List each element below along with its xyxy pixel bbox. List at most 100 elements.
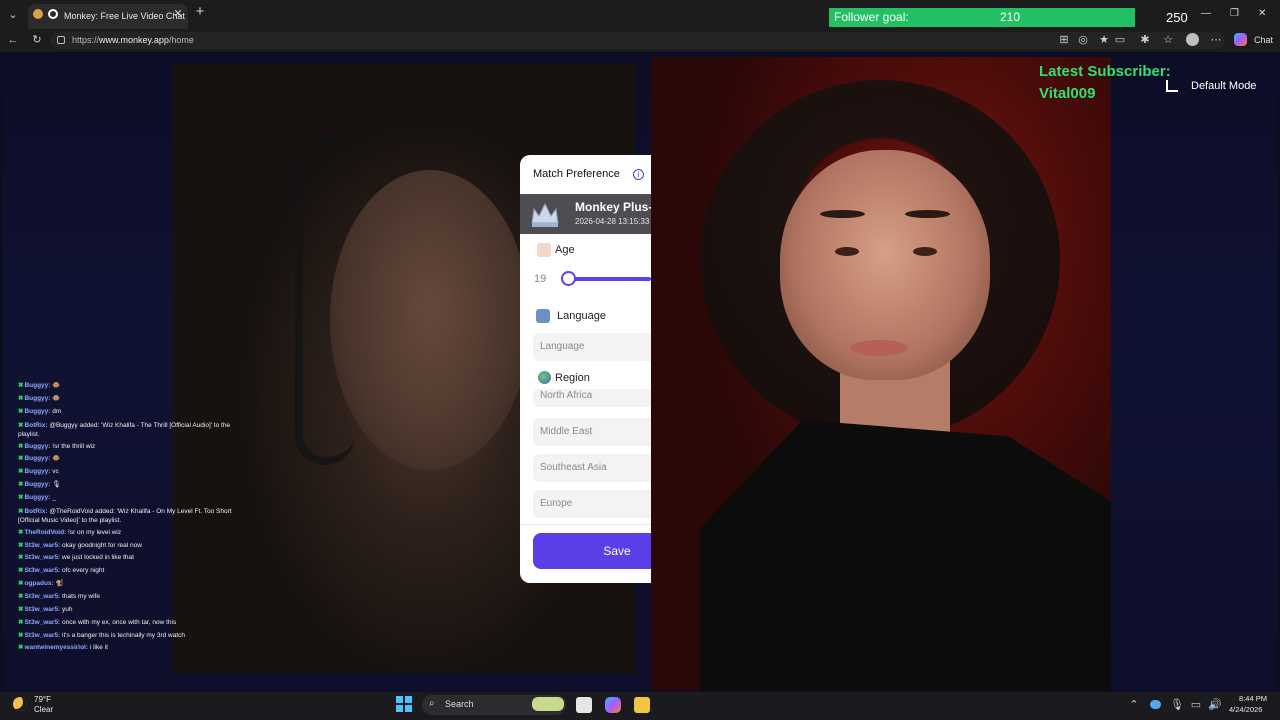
- chat-username[interactable]: St3w_war5:: [24, 606, 60, 613]
- weather-moon-icon[interactable]: [13, 697, 27, 711]
- moderator-badge-icon: ✖: [18, 455, 24, 463]
- chat-message: ✖wantwinemyessiriol: i like it: [18, 642, 233, 655]
- chat-username[interactable]: BotRix:: [24, 508, 47, 515]
- start-button[interactable]: [396, 696, 412, 712]
- tab-close-icon[interactable]: ✕: [172, 7, 184, 21]
- back-arrow-icon[interactable]: ←: [6, 33, 20, 47]
- chat-text: vc: [52, 468, 59, 476]
- chat-username[interactable]: Buggyy:: [24, 443, 50, 450]
- moderator-badge-icon: ✖: [18, 407, 24, 415]
- exit-fullscreen-icon[interactable]: [1166, 80, 1178, 92]
- chat-message: ✖BotRix: @Buggyy added: 'Wiz Khalifa - T…: [18, 419, 233, 441]
- url-field[interactable]: [50, 32, 1225, 49]
- chat-message: ✖St3w_war5: okay goodnight for real now: [18, 540, 233, 553]
- apps-icon[interactable]: ⊞: [1058, 33, 1070, 47]
- taskbar-time[interactable]: 8:44 PM: [1238, 694, 1268, 703]
- moderator-badge-icon: ✖: [18, 605, 24, 613]
- moderator-badge-icon: ✖: [18, 631, 24, 639]
- chat-username[interactable]: Buggyy:: [24, 455, 50, 462]
- follower-goal-target: 250: [1166, 10, 1188, 25]
- chat-username[interactable]: Buggyy:: [24, 408, 50, 415]
- search-highlight-icon[interactable]: [532, 697, 564, 711]
- onedrive-cloud-icon[interactable]: [1150, 700, 1161, 709]
- weather-condition[interactable]: Clear: [34, 705, 53, 714]
- copilot-chat-label[interactable]: Chat: [1254, 35, 1273, 45]
- chat-message: ✖St3w_war5: it's a banger this is techin…: [18, 630, 233, 643]
- chat-username[interactable]: St3w_war5:: [24, 567, 60, 574]
- start-icon-pane: [396, 705, 403, 712]
- chat-text: !sr on my level wiz: [68, 528, 122, 536]
- chat-text: 🐵: [52, 394, 61, 402]
- favorites-icon[interactable]: ☆: [1162, 33, 1174, 47]
- monkey-plus-expiry: 2026-04-28 13:15:33: [575, 217, 650, 226]
- region-option[interactable]: Southeast Asia: [533, 454, 651, 482]
- chat-username[interactable]: TheRoidVoid:: [24, 529, 66, 536]
- region-option[interactable]: Middle East: [533, 418, 651, 446]
- chat-message: ✖Buggyy: vc: [18, 466, 233, 479]
- age-value: 19: [534, 273, 547, 285]
- streamer-face: [330, 170, 530, 470]
- minimize-window-icon[interactable]: —: [1201, 8, 1211, 19]
- restore-window-icon[interactable]: ❐: [1230, 8, 1239, 19]
- url-prefix: https://: [72, 35, 100, 45]
- moderator-badge-icon: ✖: [18, 580, 24, 588]
- new-tab-button[interactable]: +: [193, 4, 207, 19]
- task-view-icon[interactable]: [576, 697, 592, 713]
- extensions-icon[interactable]: ✱: [1139, 33, 1151, 47]
- info-icon[interactable]: i: [633, 169, 644, 180]
- split-screen-icon[interactable]: ▭: [1114, 33, 1126, 47]
- file-explorer-icon[interactable]: [634, 697, 650, 713]
- taskbar-date[interactable]: 4/24/2026: [1229, 705, 1262, 714]
- tab-favicon-icon: [33, 9, 43, 19]
- partner-left-eye: [835, 247, 859, 256]
- more-menu-icon[interactable]: ⋯: [1210, 33, 1222, 47]
- url-path: /home: [168, 35, 194, 45]
- headphones-shape: [295, 135, 355, 465]
- tab-list-chevron-icon[interactable]: ⌄: [6, 8, 20, 22]
- chat-username[interactable]: St3w_war5:: [24, 619, 60, 626]
- chat-username[interactable]: Buggyy:: [24, 481, 50, 488]
- chat-username[interactable]: St3w_war5:: [24, 542, 60, 549]
- tab-title: Monkey: Free Live Video Chat: [64, 11, 185, 21]
- latest-subscriber-name: Vital009: [1039, 85, 1096, 102]
- chat-message: ✖St3w_war5: yuh: [18, 604, 233, 617]
- chat-username[interactable]: St3w_war5:: [24, 593, 60, 600]
- url-text: https://www.monkey.app/home: [72, 35, 194, 45]
- url-host: www.monkey.app: [99, 35, 169, 45]
- reload-icon[interactable]: ↻: [30, 33, 44, 47]
- volume-icon[interactable]: 🔊: [1208, 698, 1222, 712]
- default-mode-button[interactable]: Default Mode: [1191, 80, 1256, 92]
- chat-message: ✖St3w_war5: thats my wife: [18, 591, 233, 604]
- chat-username[interactable]: wantwinemyessiriol:: [24, 644, 88, 651]
- site-info-icon[interactable]: [57, 36, 65, 44]
- moderator-badge-icon: ✖: [18, 541, 24, 549]
- age-slider-track[interactable]: [567, 277, 651, 281]
- microphone-icon[interactable]: 🎙: [1170, 698, 1184, 712]
- match-preference-title: Match Preference: [533, 168, 620, 180]
- region-option[interactable]: Europe: [533, 490, 651, 518]
- show-hidden-icons-chevron-icon[interactable]: ⌃: [1128, 698, 1140, 712]
- chat-username[interactable]: Buggyy:: [24, 382, 50, 389]
- moderator-badge-icon: ✖: [18, 468, 24, 476]
- chat-username[interactable]: BotRix:: [24, 422, 47, 429]
- copilot-icon[interactable]: [1234, 33, 1247, 46]
- save-button[interactable]: Save: [533, 533, 651, 569]
- panel-divider: [520, 524, 651, 525]
- display-icon[interactable]: ▭: [1190, 698, 1202, 712]
- close-window-icon[interactable]: ✕: [1258, 8, 1266, 19]
- chat-username[interactable]: St3w_war5:: [24, 554, 60, 561]
- region-option[interactable]: North Africa: [533, 389, 651, 407]
- chat-username[interactable]: Buggyy:: [24, 468, 50, 475]
- profile-avatar[interactable]: [1186, 33, 1199, 46]
- copilot-taskbar-icon[interactable]: [605, 697, 621, 713]
- chat-username[interactable]: ogpadus:: [24, 580, 53, 587]
- age-slider-handle[interactable]: [561, 271, 576, 286]
- language-select[interactable]: Language: [533, 333, 651, 361]
- chat-username[interactable]: Buggyy:: [24, 494, 50, 501]
- crown-icon: [531, 202, 559, 227]
- favorite-star-icon[interactable]: ★: [1098, 33, 1110, 47]
- chat-username[interactable]: St3w_war5:: [24, 632, 60, 639]
- read-aloud-icon[interactable]: ◎: [1077, 33, 1089, 47]
- weather-temperature[interactable]: 79°F: [34, 695, 51, 704]
- chat-username[interactable]: Buggyy:: [24, 395, 50, 402]
